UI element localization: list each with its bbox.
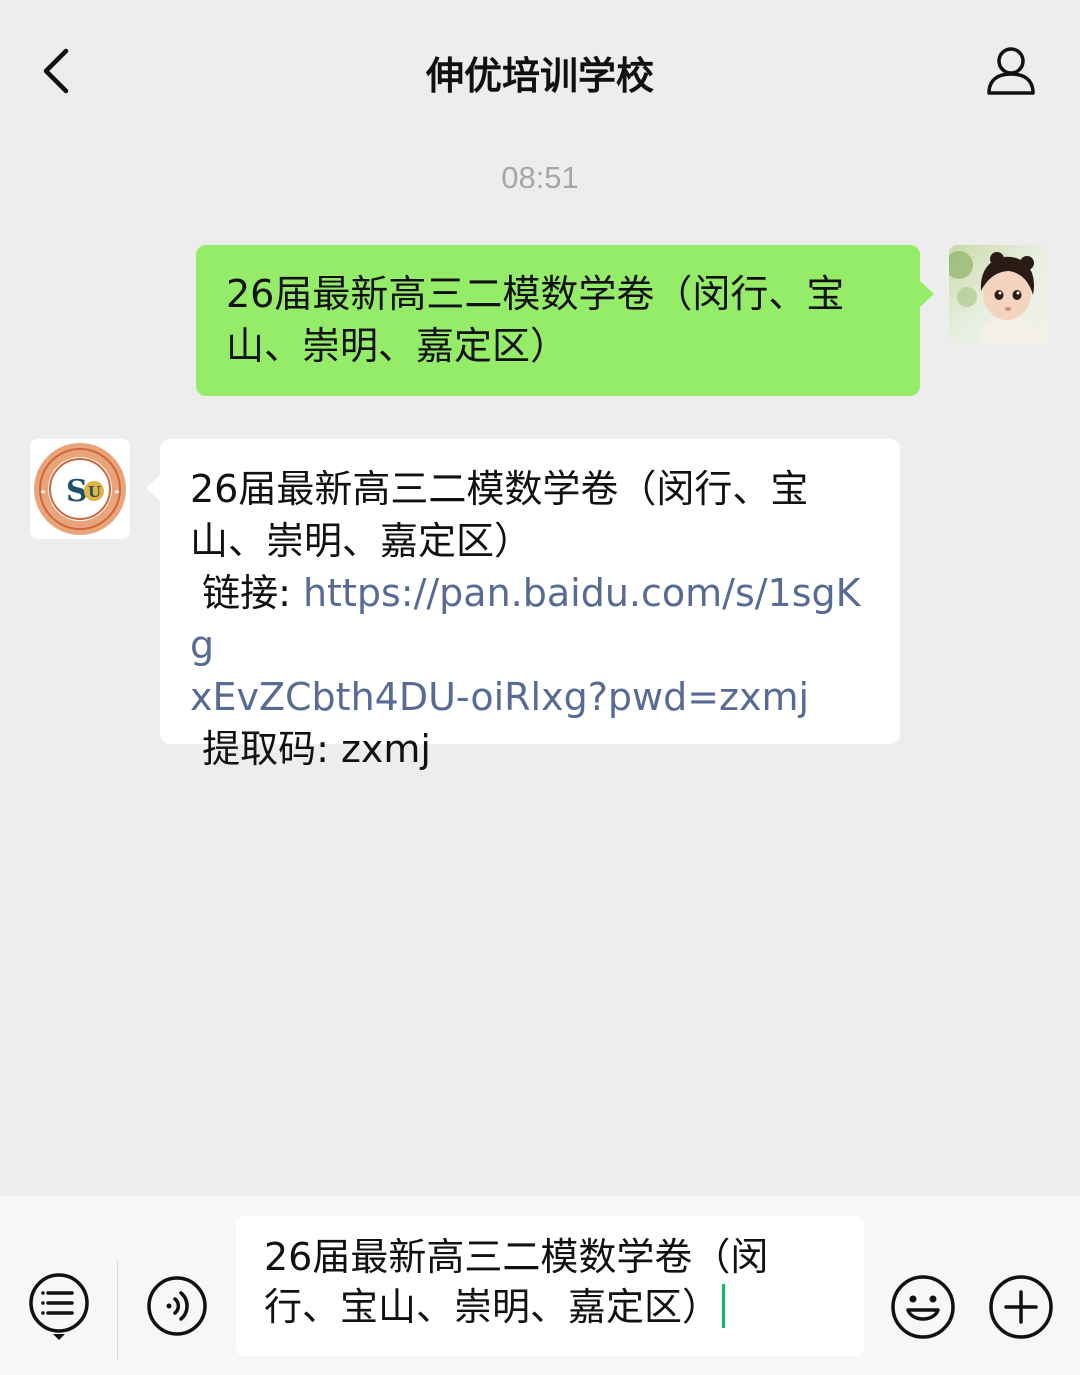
input-text-tail: 行、宝山、崇明、嘉定区） (264, 1285, 721, 1329)
message-title-line: 山、崇明、嘉定区） (190, 519, 533, 563)
toolbar-divider (117, 1260, 118, 1360)
message-timestamp: 08:51 (501, 160, 579, 195)
sender-avatar[interactable] (949, 245, 1049, 345)
svg-text:U: U (88, 483, 101, 501)
emoji-icon (891, 1275, 955, 1339)
voice-icon (147, 1276, 207, 1336)
link-line: 链接: https://pan.baidu.com/s/1sgKg (190, 567, 870, 671)
input-text-line: 26届最新高三二模数学卷（闵 (264, 1235, 769, 1279)
message-input[interactable]: 26届最新高三二模数学卷（闵 行、宝山、崇明、嘉定区） (236, 1216, 864, 1356)
emoji-button[interactable] (890, 1274, 956, 1340)
menu-button[interactable] (28, 1272, 90, 1340)
menu-list-icon (29, 1273, 89, 1340)
school-avatar[interactable]: S U (30, 439, 130, 539)
text-caret (722, 1284, 726, 1328)
chat-info-button[interactable] (982, 44, 1040, 98)
link-label: 链接: (190, 571, 303, 615)
message-text-line: 山、崇明、嘉定区） (226, 324, 569, 368)
share-link-continued[interactable]: xEvZCbth4DU-oiRlxg?pwd=zxmj (190, 671, 870, 723)
person-icon (987, 47, 1035, 95)
chat-screen: 伸优培训学校 08:51 26届最新高三二模数学卷（闵行、宝 山、崇明、嘉定区） (0, 0, 1080, 1375)
outgoing-message-bubble[interactable]: 26届最新高三二模数学卷（闵行、宝 山、崇明、嘉定区） (196, 245, 920, 396)
more-button[interactable] (988, 1274, 1054, 1340)
child-avatar-image (949, 245, 1049, 345)
bubble-tail (920, 281, 934, 307)
voice-button[interactable] (146, 1275, 208, 1337)
input-text-line: 行、宝山、崇明、嘉定区） (264, 1282, 836, 1332)
extraction-code-line: 提取码: zxmj (190, 727, 431, 771)
chat-title: 伸优培训学校 (425, 54, 654, 98)
chat-header: 伸优培训学校 (0, 0, 1080, 145)
message-title-line: 26届最新高三二模数学卷（闵行、宝 (190, 467, 809, 511)
school-logo-icon: S U (34, 443, 126, 535)
plus-icon (989, 1275, 1053, 1339)
incoming-message-bubble[interactable]: 26届最新高三二模数学卷（闵行、宝 山、崇明、嘉定区） 链接: https://… (160, 439, 900, 771)
message-text-line: 26届最新高三二模数学卷（闵行、宝 (226, 272, 845, 316)
bubble-tail (146, 475, 160, 501)
